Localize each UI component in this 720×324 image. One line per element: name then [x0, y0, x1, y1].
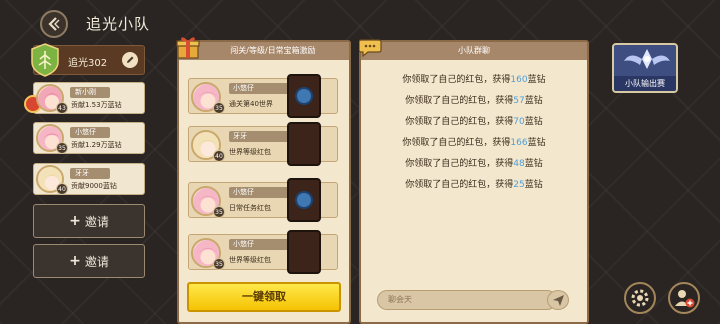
- level-badge: 43: [56, 102, 68, 114]
- chat-message-text: 你领取了自己的红包，获得: [405, 180, 514, 190]
- member-card[interactable]: 35 小悠仔 贡献1.29万蓝钻: [33, 122, 145, 154]
- chat-message: 你领取了自己的红包，获得166蓝钻: [361, 135, 587, 148]
- chat-message-amount: 166: [510, 138, 528, 148]
- chat-message-amount: 57: [513, 96, 525, 106]
- reward-row[interactable]: 35 小悠仔 通关第40世界: [188, 74, 338, 118]
- level-badge: 35: [213, 102, 225, 114]
- squad-contest-label: 小队输出赛: [614, 76, 676, 91]
- chat-message-unit: 蓝钻: [524, 117, 543, 127]
- team-card: 追光302: [31, 43, 145, 77]
- trophy-wings-icon: [624, 49, 670, 69]
- speech-bubble-icon: [359, 39, 382, 58]
- team-emblem-icon: [31, 43, 59, 77]
- member-card[interactable]: 40 牙牙 贡献9000蓝钻: [33, 163, 145, 195]
- reward-row[interactable]: 40 牙牙 世界等级红包: [188, 122, 338, 166]
- chat-message-text: 你领取了自己的红包，获得: [402, 138, 511, 148]
- red-packet-icon[interactable]: [287, 178, 321, 222]
- chat-input[interactable]: 聊会天: [377, 290, 557, 310]
- red-packet-icon[interactable]: [287, 122, 321, 166]
- chat-panel: 小队群聊 你领取了自己的红包，获得160蓝钻 你领取了自己的红包，获得57蓝钻 …: [359, 39, 589, 324]
- chat-panel-header: 小队群聊: [361, 42, 587, 60]
- chat-message-amount: 160: [510, 75, 528, 85]
- chat-message-text: 你领取了自己的红包，获得: [402, 75, 511, 85]
- chat-message: 你领取了自己的红包，获得70蓝钻: [361, 114, 587, 127]
- chat-message-unit: 蓝钻: [527, 138, 546, 148]
- chat-message-text: 你领取了自己的红包，获得: [405, 96, 514, 106]
- add-member-button[interactable]: [668, 282, 700, 314]
- settings-button[interactable]: [624, 282, 656, 314]
- red-packet-icon[interactable]: [287, 74, 321, 118]
- level-badge: 35: [213, 258, 225, 270]
- member-contribution: 贡献1.29万蓝钻: [71, 141, 122, 149]
- chat-message-unit: 蓝钻: [524, 159, 543, 169]
- reward-description: 通关第40世界: [229, 100, 273, 108]
- back-arrow-icon: [48, 17, 60, 31]
- red-packet-icon[interactable]: [287, 230, 321, 274]
- chat-message: 你领取了自己的红包，获得25蓝钻: [361, 177, 587, 190]
- chat-message-amount: 48: [513, 159, 525, 169]
- invite-button[interactable]: + 邀请: [33, 204, 145, 238]
- reward-description: 世界等级红包: [229, 256, 271, 264]
- reward-sender-name: 牙牙: [229, 131, 293, 142]
- reward-sender-name: 小悠仔: [229, 83, 293, 94]
- member-name: 小悠仔: [70, 127, 110, 138]
- reward-panel: 闯关/等级/日常宝箱激励 35 小悠仔 通关第40世界 40 牙牙 世界等级红包…: [176, 37, 351, 324]
- reward-row[interactable]: 35 小悠仔 世界等级红包: [188, 230, 338, 274]
- chat-message-text: 你领取了自己的红包，获得: [405, 117, 514, 127]
- invite-button[interactable]: + 邀请: [33, 244, 145, 278]
- chat-message: 你领取了自己的红包，获得57蓝钻: [361, 93, 587, 106]
- level-badge: 40: [213, 150, 225, 162]
- plus-icon: +: [69, 213, 81, 229]
- paper-plane-icon: [552, 294, 564, 306]
- reward-sender-name: 小悠仔: [229, 239, 293, 250]
- squad-contest-button[interactable]: 小队输出赛: [612, 43, 678, 93]
- chat-message-unit: 蓝钻: [524, 96, 543, 106]
- member-name: 牙牙: [70, 168, 110, 179]
- chat-message-unit: 蓝钻: [527, 75, 546, 85]
- member-name: 新小刚: [70, 87, 110, 98]
- chat-message-unit: 蓝钻: [524, 180, 543, 190]
- chat-message: 你领取了自己的红包，获得160蓝钻: [361, 72, 587, 85]
- chat-message-amount: 70: [513, 117, 525, 127]
- chat-message-amount: 25: [513, 180, 525, 190]
- claim-all-button[interactable]: 一键领取: [187, 282, 341, 312]
- reward-description: 世界等级红包: [229, 148, 271, 156]
- member-contribution: 贡献9000蓝钻: [71, 182, 117, 190]
- reward-description: 日常任务红包: [229, 204, 271, 212]
- team-name: 追光302: [68, 58, 108, 69]
- send-button[interactable]: [547, 290, 569, 310]
- level-badge: 35: [213, 206, 225, 218]
- chat-message: 你领取了自己的红包，获得48蓝钻: [361, 156, 587, 169]
- member-contribution: 贡献1.53万蓝钻: [71, 101, 122, 109]
- gear-icon: [631, 289, 649, 307]
- pencil-icon[interactable]: [122, 52, 138, 68]
- back-button[interactable]: [40, 10, 68, 38]
- gift-icon: [176, 37, 200, 59]
- reward-row[interactable]: 35 小悠仔 日常任务红包: [188, 178, 338, 222]
- invite-label: 邀请: [84, 254, 109, 269]
- level-badge: 40: [56, 183, 68, 195]
- reward-sender-name: 小悠仔: [229, 187, 293, 198]
- invite-label: 邀请: [84, 214, 109, 229]
- chat-message-text: 你领取了自己的红包，获得: [405, 159, 514, 169]
- plus-icon: +: [69, 253, 81, 269]
- level-badge: 35: [56, 142, 68, 154]
- member-card[interactable]: 43 新小刚 贡献1.53万蓝钻: [24, 82, 145, 114]
- reward-panel-header: 闯关/等级/日常宝箱激励: [179, 42, 349, 60]
- add-user-icon: [675, 290, 695, 308]
- page-title: 追光小队: [86, 15, 151, 33]
